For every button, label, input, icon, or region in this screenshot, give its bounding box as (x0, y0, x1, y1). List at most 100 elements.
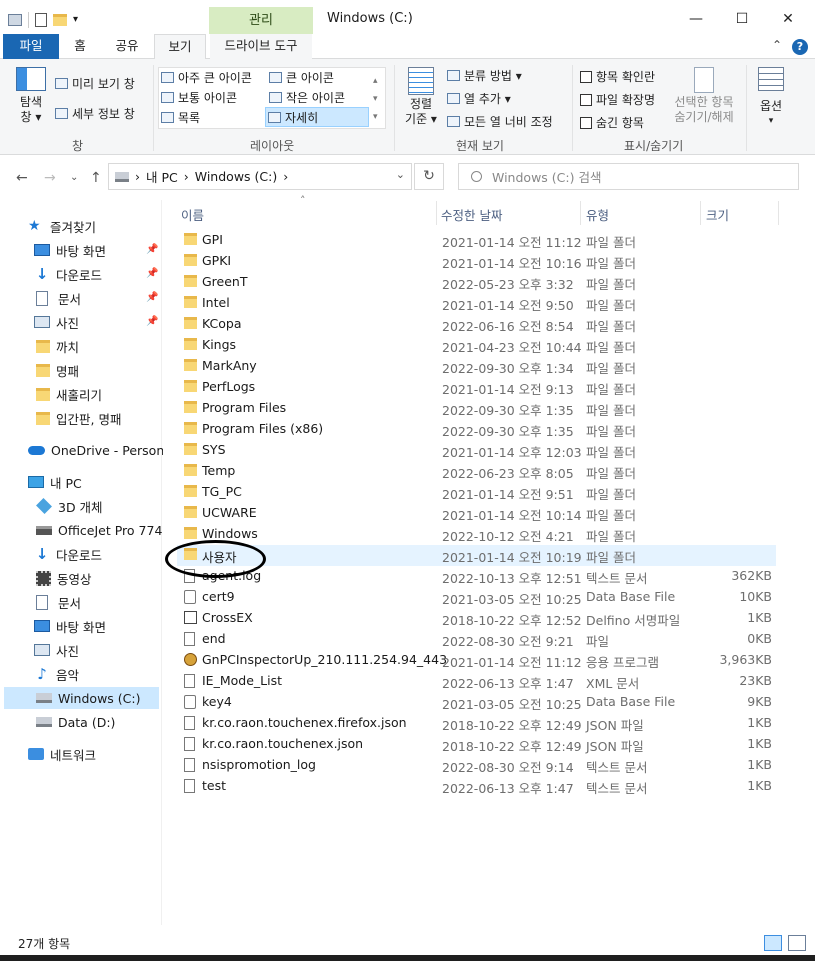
table-row[interactable]: Kings 2021-04-23 오전 10:44 파일 폴더 (177, 335, 776, 356)
item-checkboxes-checkbox[interactable] (580, 70, 592, 83)
nav-item-pictures[interactable]: 사진 (34, 311, 79, 333)
tab-share[interactable]: 공유 (104, 34, 150, 59)
table-row[interactable]: test 2022-06-13 오후 1:47 텍스트 문서 1KB (177, 776, 776, 797)
details-pane-button[interactable]: 세부 정보 창 (55, 105, 135, 122)
table-row[interactable]: Intel 2021-01-14 오전 9:50 파일 폴더 (177, 293, 776, 314)
nav-pc-desktop[interactable]: 바탕 화면 (34, 615, 106, 637)
breadcrumb-separator[interactable]: › (135, 169, 140, 184)
table-row[interactable]: Temp 2022-06-23 오후 8:05 파일 폴더 (177, 461, 776, 482)
pin-icon[interactable]: 📌 (146, 268, 158, 279)
nav-pc-data-d[interactable]: Data (D:) (36, 711, 115, 733)
nav-item-folder[interactable]: 까치 (36, 335, 79, 357)
minimize-button[interactable]: — (673, 0, 719, 38)
nav-onedrive[interactable]: OneDrive - Personal (28, 439, 175, 461)
table-row[interactable]: Program Files 2022-09-30 오후 1:35 파일 폴더 (177, 398, 776, 419)
layout-medium-icons[interactable]: 보통 아이콘 (161, 89, 237, 106)
manage-context-tab[interactable]: 관리 (209, 7, 313, 34)
nav-quick-access[interactable]: ★ 즐겨찾기 (28, 215, 96, 237)
hidden-items-toggle[interactable]: 숨긴 항목 (580, 114, 644, 131)
layout-small-icons[interactable]: 작은 아이콘 (269, 89, 345, 106)
refresh-button[interactable]: ↻ (414, 163, 444, 190)
pin-icon[interactable]: 📌 (146, 292, 158, 303)
column-header-name[interactable]: 이름 (181, 205, 204, 224)
nav-pc-3d-objects[interactable]: 3D 개체 (36, 495, 103, 517)
table-row[interactable]: GPI 2021-01-14 오전 11:12 파일 폴더 (177, 230, 776, 251)
table-row[interactable]: kr.co.raon.touchenex.json 2018-10-22 오후 1… (177, 734, 776, 755)
large-icons-view-toggle[interactable] (788, 935, 806, 951)
breadcrumb-separator[interactable]: › (184, 169, 189, 184)
maximize-button[interactable]: ☐ (719, 0, 765, 38)
up-button[interactable]: ↑ (90, 170, 102, 186)
table-row[interactable]: TG_PC 2021-01-14 오전 9:51 파일 폴더 (177, 482, 776, 503)
column-resize-handle[interactable] (580, 201, 581, 225)
column-header-date[interactable]: 수정한 날짜 (441, 205, 502, 224)
ribbon-collapse-button[interactable]: ⌃ (772, 38, 782, 52)
table-row[interactable]: nsispromotion_log 2022-08-30 오전 9:14 텍스트 문… (177, 755, 776, 776)
nav-pc-printer[interactable]: OfficeJet Pro 7740 (36, 519, 170, 541)
layout-extra-large-icons[interactable]: 아주 큰 아이콘 (161, 69, 252, 86)
table-row[interactable]: kr.co.raon.touchenex.firefox.json 2018-10… (177, 713, 776, 734)
layout-list[interactable]: 목록 (161, 109, 200, 126)
customize-qat-icon[interactable]: ▾ (73, 12, 89, 28)
table-row[interactable]: 사용자 2021-01-14 오전 10:19 파일 폴더 (177, 545, 776, 566)
tab-drive-tools[interactable]: 드라이브 도구 (210, 34, 312, 59)
table-row[interactable]: GreenT 2022-05-23 오후 3:32 파일 폴더 (177, 272, 776, 293)
table-row[interactable]: agent.log 2022-10-13 오후 12:51 텍스트 문서 362KB (177, 566, 776, 587)
fit-columns-button[interactable]: 모든 열 너비 조정 (447, 113, 553, 130)
new-folder-icon[interactable] (53, 14, 67, 26)
nav-pc-music[interactable]: ♪ 음악 (34, 663, 79, 685)
tab-view[interactable]: 보기 (154, 34, 206, 60)
hidden-items-checkbox[interactable] (580, 116, 592, 129)
table-row[interactable]: IE_Mode_List 2022-06-13 오후 1:47 XML 문서 23KB (177, 671, 776, 692)
column-resize-handle[interactable] (436, 201, 437, 225)
nav-this-pc[interactable]: 내 PC (28, 471, 82, 493)
file-extensions-checkbox[interactable] (580, 93, 592, 106)
back-button[interactable]: ← (16, 170, 28, 186)
nav-item-folder[interactable]: 입간판, 명패 (36, 407, 121, 429)
nav-pc-pictures[interactable]: 사진 (34, 639, 79, 661)
table-row[interactable]: Windows 2022-10-12 오전 4:21 파일 폴더 (177, 524, 776, 545)
pin-icon[interactable]: 📌 (146, 316, 158, 327)
forward-button[interactable]: → (44, 170, 56, 186)
nav-item-desktop[interactable]: 바탕 화면 (34, 239, 106, 261)
table-row[interactable]: end 2022-08-30 오전 9:21 파일 0KB (177, 629, 776, 650)
layout-details[interactable]: 자세히 (265, 107, 369, 127)
layout-large-icons[interactable]: 큰 아이콘 (269, 69, 334, 86)
recent-locations-button[interactable]: ⌄ (70, 172, 78, 183)
preview-pane-button[interactable]: 미리 보기 창 (55, 75, 135, 92)
table-row[interactable]: KCopa 2022-06-16 오전 8:54 파일 폴더 (177, 314, 776, 335)
hide-selected-button[interactable]: 선택한 항목 숨기기/해제 (668, 67, 740, 125)
column-resize-handle[interactable] (778, 201, 779, 225)
nav-item-folder[interactable]: 새홀리기 (36, 383, 102, 405)
options-button[interactable]: 옵션 ▾ (752, 67, 790, 129)
details-view-toggle[interactable] (764, 935, 782, 951)
close-button[interactable]: ✕ (765, 0, 811, 38)
item-checkboxes-toggle[interactable]: 항목 확인란 (580, 68, 655, 85)
table-row[interactable]: SYS 2021-01-14 오후 12:03 파일 폴더 (177, 440, 776, 461)
nav-pc-downloads[interactable]: ↓ 다운로드 (34, 543, 102, 565)
table-row[interactable]: CrossEX 2018-10-22 오후 12:52 Delfino 서명파일 1K… (177, 608, 776, 629)
breadcrumb-this-pc[interactable]: 내 PC (146, 167, 178, 186)
nav-item-documents[interactable]: 문서 (36, 287, 81, 309)
table-row[interactable]: UCWARE 2021-01-14 오전 10:14 파일 폴더 (177, 503, 776, 524)
file-extensions-toggle[interactable]: 파일 확장명 (580, 91, 655, 108)
table-row[interactable]: key4 2021-03-05 오전 10:25 Data Base File 9KB (177, 692, 776, 713)
nav-pc-documents[interactable]: 문서 (36, 591, 81, 613)
table-row[interactable]: GPKI 2021-01-14 오전 10:16 파일 폴더 (177, 251, 776, 272)
search-input[interactable]: Windows (C:) 검색 (458, 163, 799, 190)
group-by-button[interactable]: 분류 방법 ▾ (447, 67, 522, 84)
column-header-size[interactable]: 크기 (706, 205, 729, 224)
table-row[interactable]: PerfLogs 2021-01-14 오전 9:13 파일 폴더 (177, 377, 776, 398)
nav-network[interactable]: 네트워크 (28, 743, 96, 765)
table-row[interactable]: GnPCInspectorUp_210.111.254.94_443 2021-0… (177, 650, 776, 671)
breadcrumb-windows-c[interactable]: Windows (C:) (195, 169, 277, 184)
pin-icon[interactable]: 📌 (146, 244, 158, 255)
column-header-type[interactable]: 유형 (586, 205, 609, 224)
table-row[interactable]: MarkAny 2022-09-30 오후 1:34 파일 폴더 (177, 356, 776, 377)
tab-home[interactable]: 홈 (60, 34, 100, 59)
column-resize-handle[interactable] (700, 201, 701, 225)
properties-icon[interactable] (35, 13, 47, 27)
help-icon[interactable]: ? (792, 39, 808, 55)
nav-item-downloads[interactable]: ↓ 다운로드 (34, 263, 102, 285)
add-columns-button[interactable]: 열 추가 ▾ (447, 90, 511, 107)
